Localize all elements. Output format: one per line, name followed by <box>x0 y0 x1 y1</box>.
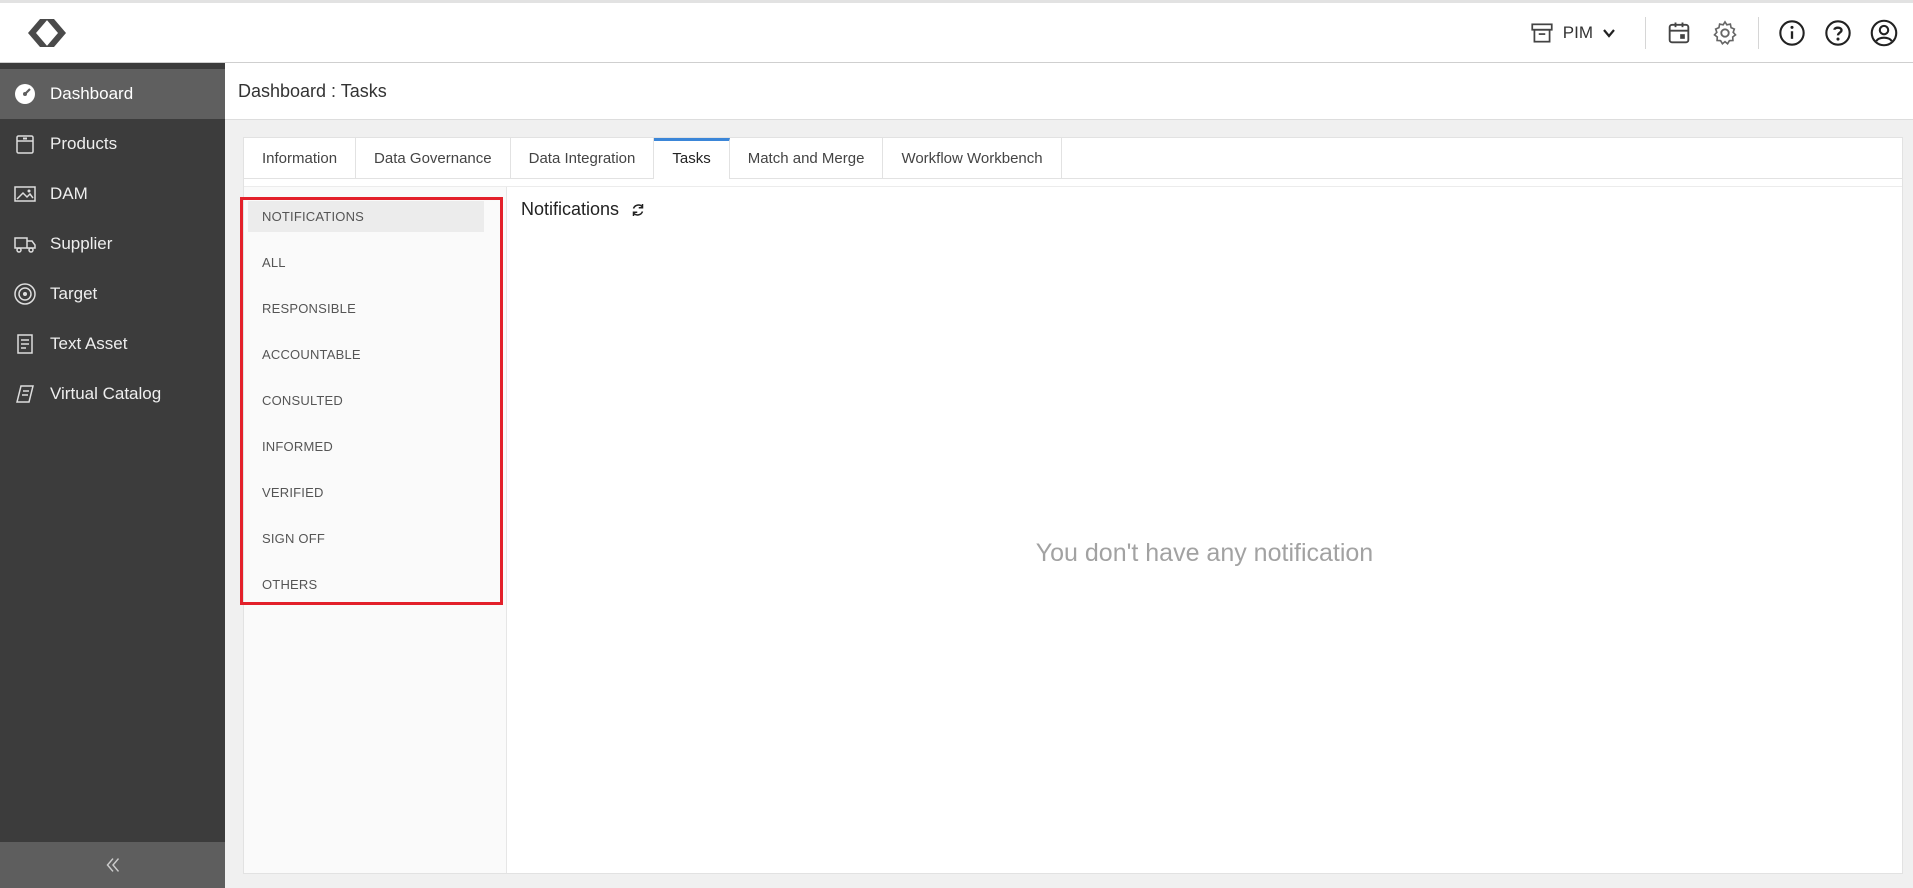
highlight-box <box>240 197 503 605</box>
toolbar-divider <box>1758 17 1759 49</box>
sidebar-item-label: Virtual Catalog <box>50 384 162 403</box>
sidebar-item-dam[interactable]: DAM <box>0 169 225 219</box>
info-icon <box>1779 20 1805 46</box>
target-icon <box>12 281 38 307</box>
notifications-area: Notifications You don't have any notific… <box>507 187 1902 873</box>
refresh-icon[interactable] <box>629 201 647 219</box>
double-chevron-left-icon <box>106 858 119 872</box>
tab-match-and-merge[interactable]: Match and Merge <box>730 138 884 179</box>
sidebar-item-label: Products <box>50 134 118 153</box>
tab-tasks[interactable]: Tasks <box>654 138 730 179</box>
empty-notifications-message: You don't have any notification <box>1035 539 1374 567</box>
app-logo-icon[interactable] <box>22 15 72 51</box>
sidebar-item-virtual-catalog[interactable]: Virtual Catalog <box>0 369 225 419</box>
tab-subbar <box>244 179 1902 187</box>
sidebar-item-label: Text Asset <box>50 334 128 353</box>
tab-information[interactable]: Information <box>244 138 357 179</box>
sidebar-item-label: Dashboard <box>50 84 134 103</box>
image-icon <box>12 181 38 207</box>
tab-workflow-workbench[interactable]: Workflow Workbench <box>883 138 1062 179</box>
sidebar-item-label: Target <box>50 284 98 303</box>
tab-data-governance[interactable]: Data Governance <box>356 138 511 179</box>
collapse-sidebar-button[interactable] <box>0 842 225 888</box>
dashboard-gauge-icon <box>12 81 38 107</box>
chevron-down-icon <box>1603 29 1615 38</box>
top-header: PIM <box>0 0 1913 63</box>
task-filter-list: NOTIFICATIONS ALL RESPONSIBLE ACCOUNTABL… <box>240 187 507 873</box>
sidebar-item-label: Supplier <box>50 234 113 253</box>
sidebar-item-dashboard[interactable]: Dashboard <box>0 69 225 119</box>
sidebar-item-text-asset[interactable]: Text Asset <box>0 319 225 369</box>
tab-data-integration[interactable]: Data Integration <box>511 138 655 179</box>
user-avatar-icon <box>1870 19 1898 47</box>
notifications-title: Notifications <box>521 199 620 219</box>
sidebar: Dashboard Products DAM Supplier Target T… <box>0 63 225 888</box>
calendar-box-button[interactable] <box>1656 13 1702 53</box>
sidebar-item-products[interactable]: Products <box>0 119 225 169</box>
archive-icon <box>1531 23 1553 43</box>
package-calendar-icon <box>1668 22 1690 44</box>
box-icon <box>12 131 38 157</box>
sidebar-item-label: DAM <box>50 184 88 203</box>
help-button[interactable] <box>1815 13 1861 53</box>
module-label: PIM <box>1562 23 1593 42</box>
question-mark-icon <box>1825 20 1851 46</box>
page-header: Dashboard : Tasks <box>225 63 1913 120</box>
gear-icon <box>1713 20 1737 45</box>
info-button[interactable] <box>1769 13 1815 53</box>
sidebar-item-target[interactable]: Target <box>0 269 225 319</box>
settings-button[interactable] <box>1702 13 1748 53</box>
document-icon <box>12 331 38 357</box>
module-selector[interactable]: PIM <box>1517 13 1635 53</box>
page-title: Dashboard : Tasks <box>238 80 387 101</box>
catalog-icon <box>12 381 38 407</box>
tab-bar: Information Data Governance Data Integra… <box>244 138 1902 179</box>
sidebar-item-supplier[interactable]: Supplier <box>0 219 225 269</box>
truck-icon <box>12 231 38 257</box>
toolbar-divider <box>1645 17 1646 49</box>
notifications-header: Notifications <box>521 199 647 220</box>
content-panel: Information Data Governance Data Integra… <box>240 137 1903 874</box>
user-profile-button[interactable] <box>1861 13 1907 53</box>
